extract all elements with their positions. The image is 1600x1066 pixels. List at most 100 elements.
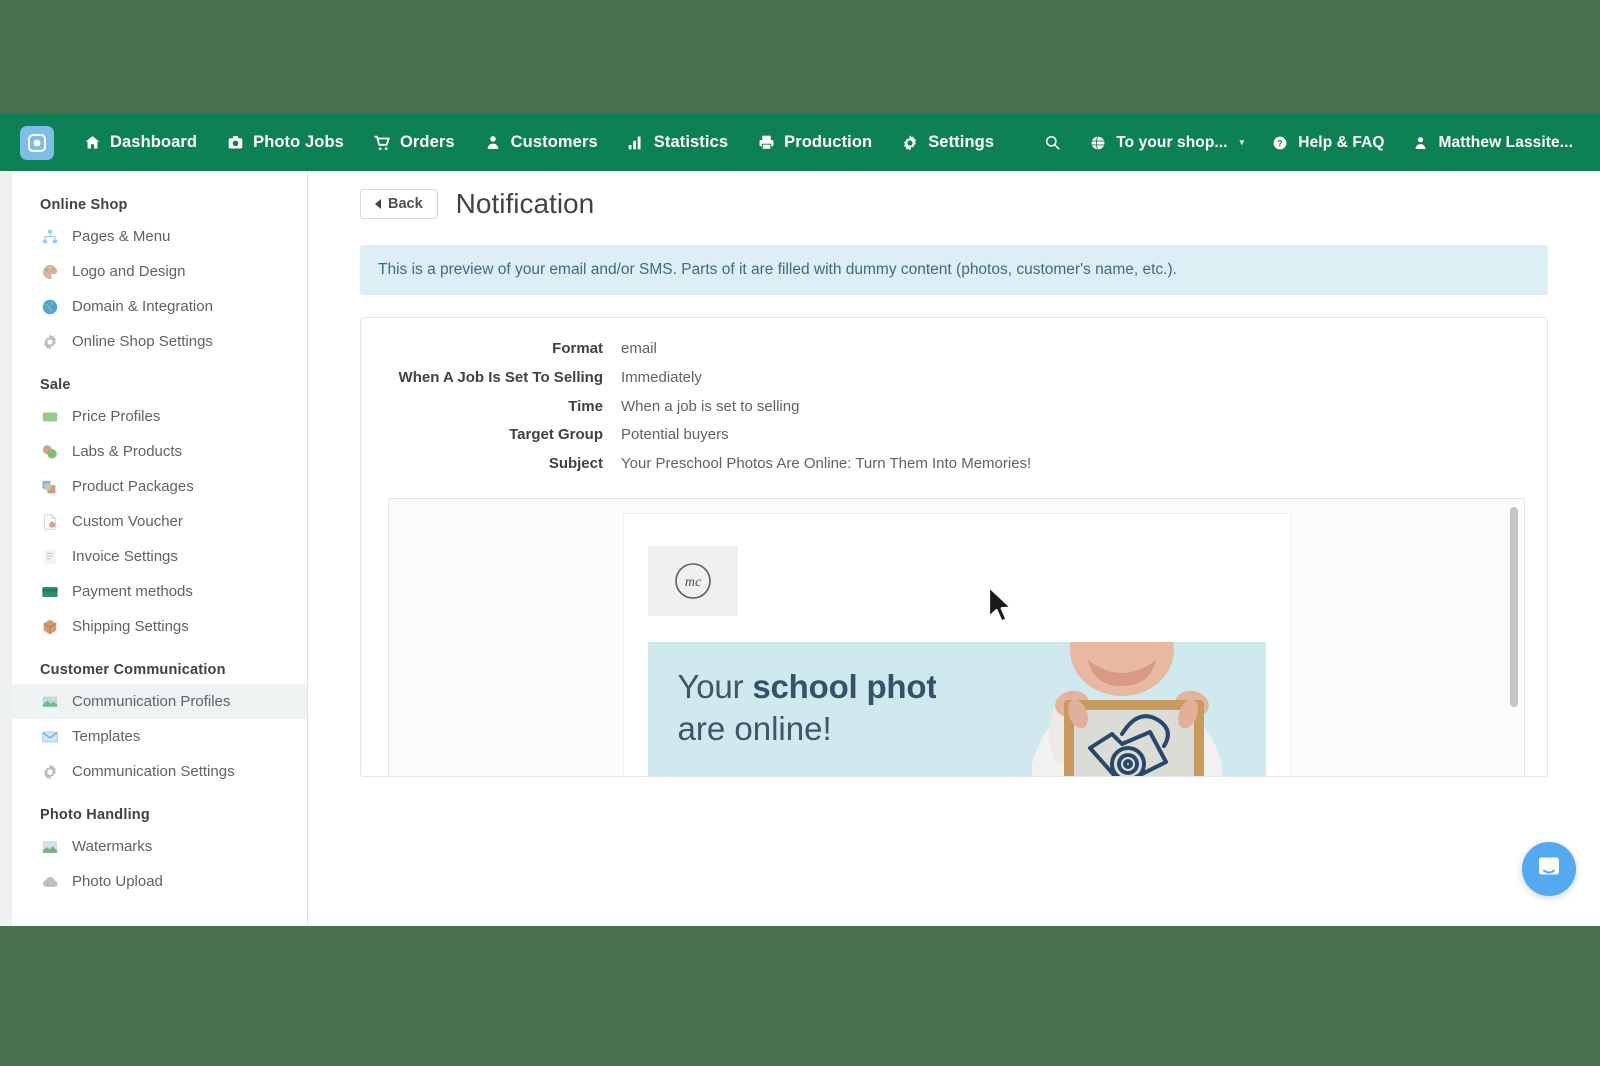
user-icon (1411, 133, 1431, 153)
nav-item-photo-jobs[interactable]: Photo Jobs (211, 114, 358, 171)
sidebar-item-online-shop-settings[interactable]: Online Shop Settings (12, 324, 307, 359)
svg-text:?: ? (1278, 138, 1283, 148)
chevron-left-icon (375, 199, 381, 209)
sidebar-item-label: Pages & Menu (72, 228, 171, 245)
search-button[interactable] (1029, 114, 1075, 171)
box-icon (40, 617, 60, 637)
sidebar-item-pages-menu[interactable]: Pages & Menu (12, 219, 307, 254)
nav-item-photo-jobs-label: Photo Jobs (253, 133, 344, 151)
envelope-icon (40, 727, 60, 747)
email-hero-line1-plain: Your (677, 668, 753, 705)
page-body: Online Shop Pages & Menu Logo and Design (0, 171, 1600, 926)
email-body: mc Your school photos are online! To my … (622, 513, 1291, 776)
svg-text:mc: mc (684, 575, 701, 590)
sidebar-item-label: Product Packages (72, 478, 194, 495)
sidebar-item-domain-integration[interactable]: Domain & Integration (12, 289, 307, 324)
intercom-chat-icon (1536, 854, 1562, 885)
sidebar-item-labs-products[interactable]: Labs & Products (12, 434, 307, 469)
nav-item-statistics-label: Statistics (653, 133, 729, 151)
app-logo-icon[interactable] (20, 125, 54, 160)
package-icon (40, 477, 60, 497)
sidebar-item-communication-profiles[interactable]: Communication Profiles (12, 684, 307, 719)
sidebar-group-title: Customer Communication (40, 662, 226, 678)
bar-chart-icon (626, 133, 646, 153)
sidebar: Online Shop Pages & Menu Logo and Design (12, 171, 308, 926)
sidebar-item-label: Payment methods (72, 583, 193, 600)
back-button[interactable]: Back (360, 189, 438, 219)
cloud-upload-icon (40, 872, 60, 892)
field-label: Target Group (509, 426, 603, 444)
sidebar-item-product-packages[interactable]: Product Packages (12, 469, 307, 504)
nav-item-customers-label: Customers (510, 133, 598, 151)
sidebar-item-payment-methods[interactable]: Payment methods (12, 574, 307, 609)
sidebar-item-label: Watermarks (72, 838, 153, 855)
nav-item-statistics[interactable]: Statistics (612, 114, 742, 171)
sidebar-group-customer-communication: Customer Communication Communication Pro… (12, 662, 307, 789)
field-label: Time (568, 397, 603, 415)
field-value: Immediately (621, 368, 702, 386)
chat-launcher-button[interactable] (1522, 842, 1576, 896)
field-value: Your Preschool Photos Are Online: Turn T… (621, 455, 1032, 472)
help-circle-icon: ? (1270, 133, 1290, 153)
sidebar-item-price-profiles[interactable]: Price Profiles (12, 399, 307, 434)
user-menu[interactable]: Matthew Lassite... (1398, 114, 1586, 171)
sidebar-item-label: Communication Profiles (72, 693, 231, 710)
sidebar-item-label: Shipping Settings (72, 618, 189, 635)
nav-item-dashboard-label: Dashboard (110, 133, 198, 151)
shopping-cart-icon (372, 133, 392, 153)
main-content: Back Notification This is a preview of y… (308, 171, 1600, 926)
field-label: Subject (548, 455, 603, 472)
gear-icon (40, 332, 60, 352)
nav-item-customers[interactable]: Customers (469, 114, 612, 171)
email-hero-banner: Your school photos are online! To my pho… (647, 642, 1266, 776)
browser-viewport: Dashboard Photo Jobs Orders Customers St (0, 114, 1600, 926)
preview-info-banner: This is a preview of your email and/or S… (360, 245, 1548, 295)
nav-item-dashboard[interactable]: Dashboard (68, 114, 211, 171)
nav-item-settings-label: Settings (928, 133, 995, 151)
field-value: email (621, 340, 657, 357)
field-row-when-job-set-to-selling: When A Job Is Set To Selling Immediately (361, 369, 1547, 388)
nav-item-settings[interactable]: Settings (886, 114, 1008, 171)
email-hero-line2: are online! (677, 710, 832, 748)
email-logo: mc (647, 546, 738, 616)
to-your-shop-menu[interactable]: To your shop... ▾ (1075, 114, 1257, 171)
field-row-subject: Subject Your Preschool Photos Are Online… (361, 455, 1547, 474)
sidebar-item-photo-upload[interactable]: Photo Upload (12, 864, 307, 899)
email-hero-photo (935, 642, 1266, 776)
sidebar-group-title: Photo Handling (40, 807, 150, 823)
page-header: Back Notification (308, 171, 1600, 229)
price-tag-icon (40, 407, 60, 427)
watermark-icon (40, 837, 60, 857)
sidebar-item-watermarks[interactable]: Watermarks (12, 829, 307, 864)
nav-item-orders[interactable]: Orders (358, 114, 469, 171)
sidebar-item-label: Online Shop Settings (72, 333, 213, 350)
sidebar-item-logo-and-design[interactable]: Logo and Design (12, 254, 307, 289)
sidebar-item-shipping-settings[interactable]: Shipping Settings (12, 609, 307, 644)
globe-icon (40, 297, 60, 317)
sidebar-item-label: Invoice Settings (72, 548, 178, 565)
sidebar-group-online-shop: Online Shop Pages & Menu Logo and Design (12, 197, 307, 359)
credit-card-icon (40, 582, 60, 602)
sidebar-item-custom-voucher[interactable]: Custom Voucher (12, 504, 307, 539)
search-icon (1042, 133, 1062, 153)
notification-detail-card: Format email When A Job Is Set To Sellin… (360, 317, 1548, 777)
sidebar-group-title: Sale (40, 377, 71, 393)
sidebar-item-invoice-settings[interactable]: Invoice Settings (12, 539, 307, 574)
email-preview-frame[interactable]: mc Your school photos are online! To my … (388, 498, 1525, 776)
top-navbar: Dashboard Photo Jobs Orders Customers St (0, 114, 1600, 171)
to-your-shop-label: To your shop... (1116, 133, 1228, 151)
sidebar-item-communication-settings[interactable]: Communication Settings (12, 754, 307, 789)
sidebar-item-label: Price Profiles (72, 408, 161, 425)
field-label: When A Job Is Set To Selling (398, 368, 603, 386)
field-value: When a job is set to selling (621, 397, 800, 415)
nav-item-orders-label: Orders (399, 133, 455, 151)
field-row-format: Format email (361, 340, 1547, 359)
person-icon (483, 133, 503, 153)
camera-icon (225, 133, 245, 153)
flask-icon (40, 442, 60, 462)
nav-item-production[interactable]: Production (742, 114, 886, 171)
help-faq-link[interactable]: ? Help & FAQ (1257, 114, 1397, 171)
email-preview-scrollbar[interactable] (1510, 507, 1518, 707)
sidebar-item-templates[interactable]: Templates (12, 719, 307, 754)
sidebar-group-title: Online Shop (40, 197, 128, 213)
